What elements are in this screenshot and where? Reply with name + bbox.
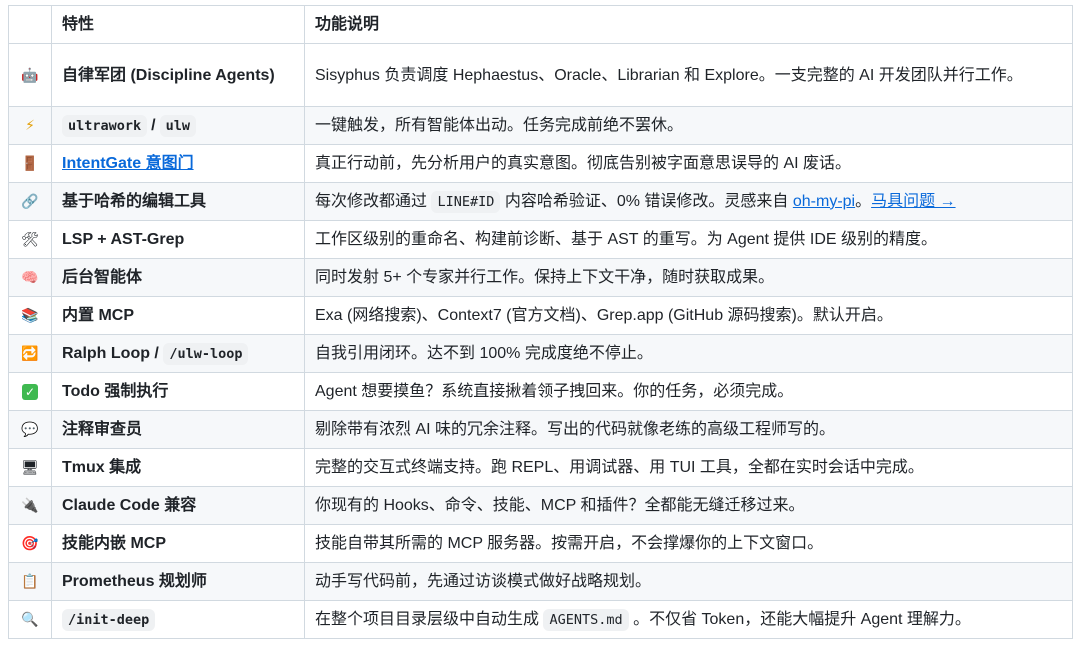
features-table: 特性 功能说明 🤖 自律军团 (Discipline Agents) Sisyp… [8, 5, 1073, 639]
feature-name: Ralph Loop / /ulw-loop [51, 334, 305, 373]
feature-description: 剔除带有浓烈 AI 味的冗余注释。写出的代码就像老练的高级工程师写的。 [304, 410, 1073, 449]
feature-name: 后台智能体 [51, 258, 305, 297]
feature-description: 每次修改都通过 LINE#ID 内容哈希验证、0% 错误修改。灵感来自 oh-m… [304, 182, 1073, 221]
speech-bubble-icon: 💬 [21, 422, 39, 438]
feature-name: 基于哈希的编辑工具 [51, 182, 305, 221]
oh-my-pi-link[interactable]: oh-my-pi [793, 193, 855, 210]
lightning-icon: ⚡ [25, 118, 35, 134]
table-row: 🔌 Claude Code 兼容 你现有的 Hooks、命令、技能、MCP 和插… [8, 486, 1073, 525]
table-row: 🔍 /init-deep 在整个项目目录层级中自动生成 AGENTS.md 。不… [8, 600, 1073, 639]
table-row: 📚 内置 MCP Exa (网络搜索)、Context7 (官方文档)、Grep… [8, 296, 1073, 335]
feature-name: 注释审查员 [51, 410, 305, 449]
inline-code: ulw [159, 114, 196, 137]
plug-icon: 🔌 [21, 498, 39, 514]
books-icon: 📚 [21, 308, 39, 324]
loop-icon: 🔁 [21, 346, 39, 362]
feature-description: Agent 想要摸鱼？系统直接揪着领子拽回来。你的任务，必须完成。 [304, 372, 1073, 411]
desc-text: 在整个项目目录层级中自动生成 [315, 610, 540, 628]
monitor-icon: 🖥 [21, 460, 39, 476]
feature-description: 一键触发，所有智能体出动。任务完成前绝不罢休。 [304, 106, 1073, 145]
table-row: 🖥 Tmux 集成 完整的交互式终端支持。跑 REPL、用调试器、用 TUI 工… [8, 448, 1073, 487]
header-icon-cell [8, 5, 52, 44]
inline-code: /init-deep [62, 608, 156, 631]
feature-description: 工作区级别的重命名、构建前诊断、基于 AST 的重写。为 Agent 提供 ID… [304, 220, 1073, 259]
header-description: 功能说明 [304, 5, 1073, 44]
desc-text: 每次修改都通过 [315, 192, 428, 210]
header-feature: 特性 [51, 5, 305, 44]
table-row: 🔁 Ralph Loop / /ulw-loop 自我引用闭环。达不到 100%… [8, 334, 1073, 373]
feature-description: 技能自带其所需的 MCP 服务器。按需开启，不会撑爆你的上下文窗口。 [304, 524, 1073, 563]
tools-icon: 🛠 [21, 232, 39, 248]
feature-name: Prometheus 规划师 [51, 562, 305, 601]
clipboard-icon: 📋 [21, 574, 39, 590]
feature-name: 自律军团 (Discipline Agents) [51, 43, 305, 107]
feature-name: ultrawork / ulw [51, 106, 305, 145]
harness-problem-link[interactable]: 马具问题 → [871, 193, 955, 210]
feature-description: Exa (网络搜索)、Context7 (官方文档)、Grep.app (Git… [304, 296, 1073, 335]
feature-label: Ralph Loop / [62, 344, 159, 362]
feature-name: Tmux 集成 [51, 448, 305, 487]
table-row: 💬 注释审查员 剔除带有浓烈 AI 味的冗余注释。写出的代码就像老练的高级工程师… [8, 410, 1073, 449]
desc-text: 内容哈希验证、0% 错误修改。灵感来自 [504, 192, 789, 210]
desc-text: 。不仅省 Token，还能大幅提升 Agent 理解力。 [633, 610, 971, 628]
feature-name: 技能内嵌 MCP [51, 524, 305, 563]
inline-code: ultrawork [62, 114, 148, 137]
feature-description: 在整个项目目录层级中自动生成 AGENTS.md 。不仅省 Token，还能大幅… [304, 600, 1073, 639]
door-icon: 🚪 [21, 156, 39, 172]
feature-description: 动手写代码前，先通过访谈模式做好战略规划。 [304, 562, 1073, 601]
table-row: 🎯 技能内嵌 MCP 技能自带其所需的 MCP 服务器。按需开启，不会撑爆你的上… [8, 524, 1073, 563]
inline-code: AGENTS.md [543, 608, 629, 631]
feature-description: 自我引用闭环。达不到 100% 完成度绝不停止。 [304, 334, 1073, 373]
table-row: ⚡ ultrawork / ulw 一键触发，所有智能体出动。任务完成前绝不罢休。 [8, 106, 1073, 145]
feature-name: Claude Code 兼容 [51, 486, 305, 525]
table-row: 🧠 后台智能体 同时发射 5+ 个专家并行工作。保持上下文干净，随时获取成果。 [8, 258, 1073, 297]
feature-description: 你现有的 Hooks、命令、技能、MCP 和插件？全都能无缝迁移过来。 [304, 486, 1073, 525]
magnifier-icon: 🔍 [21, 612, 39, 628]
inline-code: LINE#ID [431, 190, 501, 213]
target-icon: 🎯 [21, 536, 39, 552]
intentgate-link[interactable]: IntentGate 意图门 [62, 155, 194, 172]
table-row: 📋 Prometheus 规划师 动手写代码前，先通过访谈模式做好战略规划。 [8, 562, 1073, 601]
feature-name: /init-deep [51, 600, 305, 639]
table-row: ✓ Todo 强制执行 Agent 想要摸鱼？系统直接揪着领子拽回来。你的任务，… [8, 372, 1073, 411]
brain-icon: 🧠 [21, 270, 39, 286]
check-icon: ✓ [22, 384, 38, 400]
table-row: 🔗 基于哈希的编辑工具 每次修改都通过 LINE#ID 内容哈希验证、0% 错误… [8, 182, 1073, 221]
robot-icon: 🤖 [21, 67, 39, 84]
table-header-row: 特性 功能说明 [8, 5, 1073, 44]
table-row: 🛠 LSP + AST-Grep 工作区级别的重命名、构建前诊断、基于 AST … [8, 220, 1073, 259]
feature-name: 内置 MCP [51, 296, 305, 335]
inline-code: /ulw-loop [163, 342, 249, 365]
feature-description: 同时发射 5+ 个专家并行工作。保持上下文干净，随时获取成果。 [304, 258, 1073, 297]
separator: / [151, 116, 156, 134]
feature-name: LSP + AST-Grep [51, 220, 305, 259]
feature-description: Sisyphus 负责调度 Hephaestus、Oracle、Libraria… [304, 43, 1073, 107]
table-row: 🚪 IntentGate 意图门 真正行动前，先分析用户的真实意图。彻底告别被字… [8, 144, 1073, 183]
link-icon: 🔗 [21, 194, 39, 210]
desc-text: 。 [855, 192, 872, 210]
feature-description: 真正行动前，先分析用户的真实意图。彻底告别被字面意思误导的 AI 废话。 [304, 144, 1073, 183]
feature-description: 完整的交互式终端支持。跑 REPL、用调试器、用 TUI 工具，全都在实时会话中… [304, 448, 1073, 487]
feature-name: Todo 强制执行 [51, 372, 305, 411]
table-row: 🤖 自律军团 (Discipline Agents) Sisyphus 负责调度… [8, 43, 1073, 107]
